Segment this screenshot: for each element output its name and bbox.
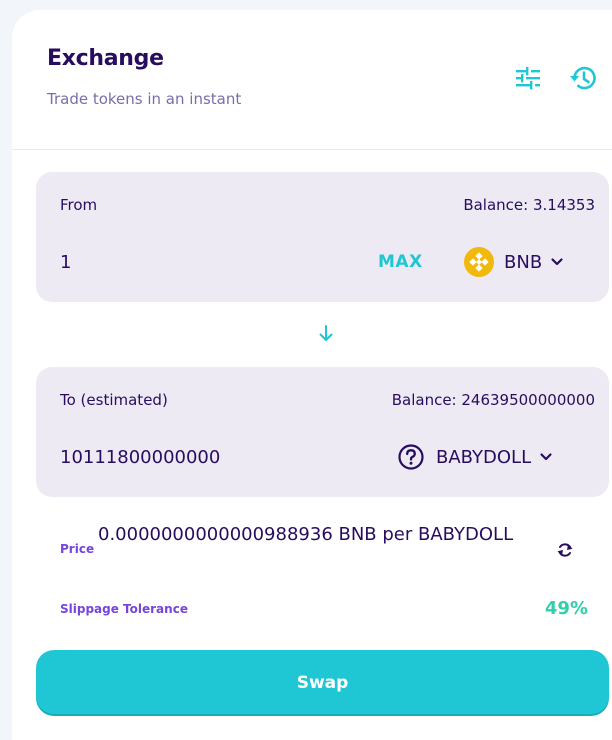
settings-button[interactable] [512, 62, 544, 94]
to-label: To (estimated) [60, 391, 168, 409]
history-button[interactable] [567, 62, 599, 94]
from-token-selector[interactable]: BNB [464, 244, 564, 280]
exchange-card: Exchange Trade tokens in an instant From… [12, 10, 612, 740]
history-icon [570, 66, 596, 90]
to-amount-input[interactable]: 10111800000000 [60, 447, 220, 468]
price-label: Price [60, 542, 95, 556]
bnb-icon [464, 247, 494, 277]
switch-tokens-button[interactable] [317, 323, 335, 345]
arrow-down-icon [319, 325, 333, 341]
refresh-icon [557, 543, 573, 557]
sliders-icon [516, 67, 540, 90]
to-token-name: BABYDOLL [436, 446, 532, 468]
from-token-name: BNB [504, 251, 543, 273]
price-refresh-button[interactable] [552, 537, 578, 563]
to-panel: To (estimated) Balance: 24639500000000 1… [36, 367, 609, 497]
swap-button[interactable]: Swap [36, 650, 609, 716]
page-subtitle: Trade tokens in an instant [47, 90, 242, 108]
chevron-down-icon [551, 258, 563, 266]
chevron-down-icon [540, 453, 552, 461]
slippage-value: 49% [544, 598, 588, 619]
from-panel: From Balance: 3.14353 1 MAX BNB [36, 172, 609, 302]
to-token-selector[interactable]: BABYDOLL [396, 439, 553, 475]
from-label: From [60, 196, 98, 214]
price-value: 0.0000000000000988936 BNB per BABYDOLL [98, 524, 514, 545]
to-balance: Balance: 24639500000000 [391, 391, 595, 409]
from-amount-input[interactable]: 1 [60, 252, 71, 273]
page-title: Exchange [47, 46, 164, 71]
question-circle-icon [398, 444, 424, 470]
max-button[interactable]: MAX [378, 252, 423, 272]
from-balance: Balance: 3.14353 [463, 196, 595, 214]
exchange-header: Exchange Trade tokens in an instant [12, 10, 612, 150]
slippage-label: Slippage Tolerance [60, 602, 188, 616]
